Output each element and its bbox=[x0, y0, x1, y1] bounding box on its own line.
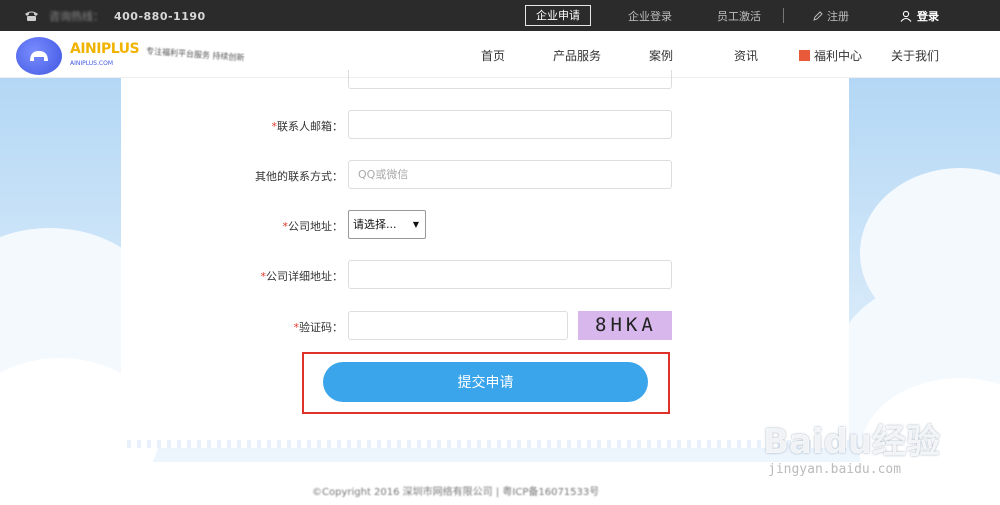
nav-products[interactable]: 产品服务 bbox=[553, 47, 601, 64]
register-label: 注册 bbox=[827, 10, 849, 23]
logo-icon[interactable] bbox=[16, 37, 62, 75]
nav-cases[interactable]: 案例 bbox=[649, 47, 673, 64]
captcha-input[interactable] bbox=[348, 311, 568, 340]
address-label: *公司地址： bbox=[282, 220, 344, 233]
gift-icon bbox=[799, 50, 810, 61]
divider bbox=[783, 8, 784, 23]
nav-home[interactable]: 首页 bbox=[481, 47, 505, 64]
watermark-url: jingyan.baidu.com bbox=[768, 462, 902, 477]
other-contact-input[interactable]: QQ或微信 bbox=[348, 160, 672, 189]
hotline: 咨询热线： 400-880-1190 bbox=[24, 8, 206, 24]
submit-application-button[interactable]: 提交申请 bbox=[323, 362, 648, 402]
hotline-label: 咨询热线： bbox=[49, 10, 104, 23]
nav-welfare[interactable]: 福利中心 bbox=[799, 47, 862, 64]
detail-address-input[interactable] bbox=[348, 260, 672, 289]
hotline-number: 400-880-1190 bbox=[114, 9, 206, 23]
captcha-label: *验证码： bbox=[293, 321, 344, 334]
detail-address-label: *公司详细地址： bbox=[260, 270, 344, 283]
email-input[interactable] bbox=[348, 110, 672, 139]
address-select-value: 请选择... bbox=[353, 218, 397, 231]
register-link[interactable]: 注册 bbox=[813, 8, 849, 24]
other-contact-label: 其他的联系方式： bbox=[255, 170, 343, 183]
nav-about[interactable]: 关于我们 bbox=[891, 47, 939, 64]
watermark-brand: Baidu经验 bbox=[763, 422, 941, 462]
dropdown-arrow-icon: ▼ bbox=[412, 220, 419, 229]
phone-icon bbox=[25, 11, 38, 21]
logo-title: AINIPLUS bbox=[70, 41, 140, 57]
copyright-text: ©Copyright 2016 深圳市网络有限公司 | 粤ICP备1607153… bbox=[312, 487, 600, 498]
login-link[interactable]: 登录 bbox=[900, 8, 939, 24]
enterprise-apply-link[interactable]: 企业申请 bbox=[525, 5, 591, 26]
slogan: 专注福利平台服务 持续创新 bbox=[145, 46, 245, 63]
phone-input-partial[interactable] bbox=[348, 70, 672, 89]
employee-activate-link[interactable]: 员工激活 bbox=[717, 8, 761, 24]
other-contact-placeholder: QQ或微信 bbox=[358, 168, 409, 181]
pencil-icon bbox=[813, 11, 823, 21]
form-bottom-edge bbox=[121, 440, 849, 448]
top-bar: 咨询热线： 400-880-1190 企业申请 企业登录 员工激活 注册 登录 bbox=[0, 0, 1000, 31]
captcha-image[interactable]: 8HKA bbox=[578, 311, 672, 340]
nav-news[interactable]: 资讯 bbox=[734, 47, 758, 64]
nav-welfare-label: 福利中心 bbox=[814, 49, 863, 63]
login-label: 登录 bbox=[917, 10, 939, 23]
email-label: *联系人邮箱： bbox=[271, 120, 344, 133]
enterprise-login-link[interactable]: 企业登录 bbox=[628, 8, 672, 24]
user-icon bbox=[900, 10, 912, 22]
address-select[interactable]: 请选择... ▼ bbox=[348, 210, 426, 239]
logo-subtitle: AINIPLUS.COM bbox=[70, 60, 113, 67]
